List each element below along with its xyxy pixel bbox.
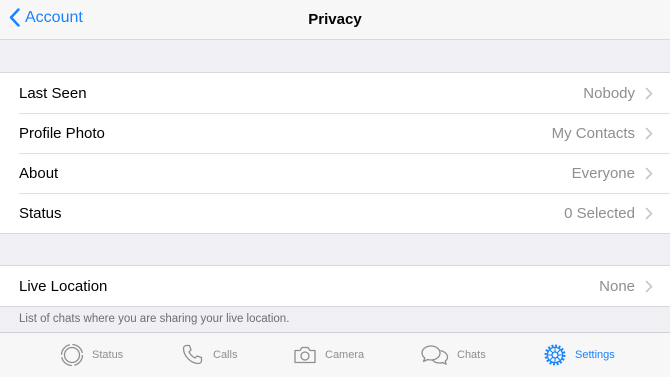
chevron-right-icon: [645, 127, 653, 140]
chevron-right-icon: [645, 87, 653, 100]
tab-calls[interactable]: Calls: [181, 343, 237, 367]
row-label: Profile Photo: [19, 124, 105, 142]
tab-label: Camera: [325, 349, 365, 361]
settings-row-live-location[interactable]: Live Location None: [0, 266, 670, 306]
settings-row-last-seen[interactable]: Last Seen Nobody: [0, 73, 670, 113]
camera-icon: [294, 346, 316, 364]
row-label: Status: [19, 204, 62, 222]
gear-icon: [544, 344, 566, 366]
row-value: 0 Selected: [564, 204, 635, 222]
row-value: None: [599, 277, 635, 295]
chevron-right-icon: [645, 207, 653, 220]
tab-camera[interactable]: Camera: [293, 343, 364, 367]
tab-chats[interactable]: Chats: [421, 343, 486, 367]
tab-settings[interactable]: Settings: [543, 343, 615, 367]
chevron-right-icon: [645, 280, 653, 293]
page-title: Privacy: [308, 11, 362, 28]
row-label: About: [19, 164, 59, 182]
chevron-right-icon: [645, 167, 653, 180]
tab-label: Status: [92, 349, 124, 361]
live-location-group: Live Location None: [0, 265, 670, 307]
live-location-footnote: List of chats where you are sharing your…: [19, 313, 290, 325]
status-icon: [60, 343, 84, 367]
row-value: My Contacts: [551, 124, 635, 142]
phone-icon: [182, 344, 203, 365]
tab-label: Chats: [457, 349, 486, 361]
settings-row-about[interactable]: About Everyone: [0, 153, 670, 193]
privacy-settings-group: Last Seen Nobody Profile Photo My Contac…: [0, 72, 670, 234]
row-value: Everyone: [571, 164, 635, 182]
settings-row-status[interactable]: Status 0 Selected: [0, 193, 670, 233]
navigation-bar: Account Privacy: [0, 0, 670, 40]
row-label: Live Location: [19, 277, 108, 295]
tab-status[interactable]: Status: [60, 343, 123, 367]
tab-bar: Status Calls Camera Chats Settings: [0, 332, 670, 377]
tab-label: Settings: [575, 349, 615, 361]
tab-label: Calls: [213, 349, 238, 361]
row-value: Nobody: [583, 84, 635, 102]
chat-bubbles-icon: [421, 345, 449, 365]
row-label: Last Seen: [19, 84, 87, 102]
settings-row-profile-photo[interactable]: Profile Photo My Contacts: [0, 113, 670, 153]
